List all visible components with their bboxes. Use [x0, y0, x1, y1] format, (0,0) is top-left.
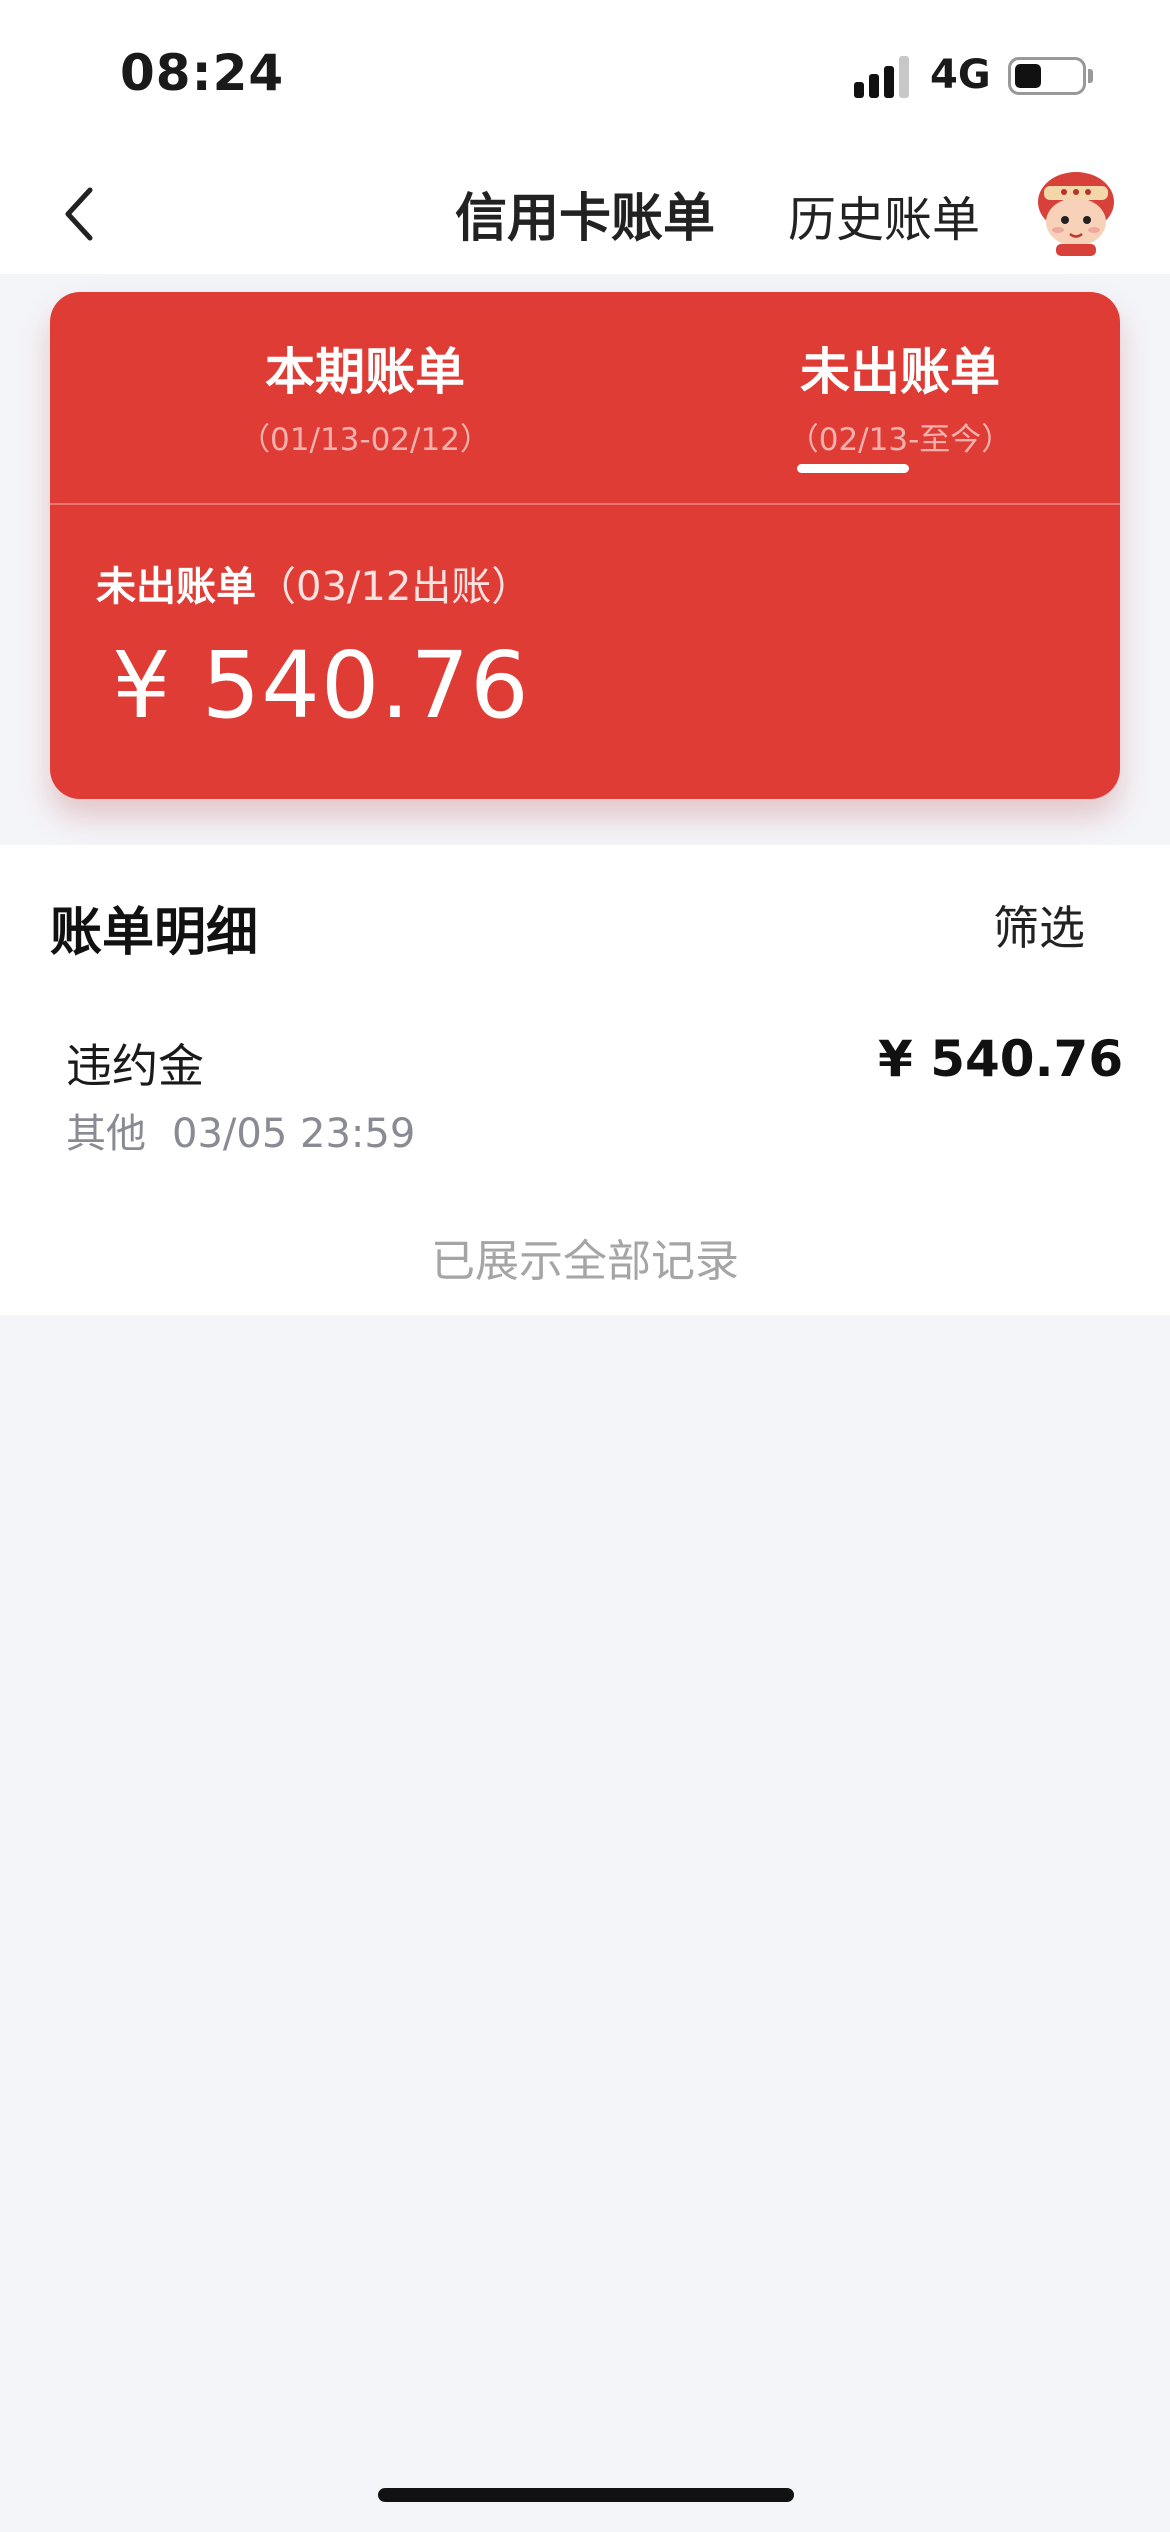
signal-bars-icon	[854, 56, 914, 98]
tab-date-range: （01/13-02/12）	[239, 422, 491, 458]
unbilled-amount: ¥ 540.76	[112, 632, 530, 739]
tab-label: 未出账单	[800, 343, 1000, 401]
tab-unbilled-bill[interactable]: 未出账单 （02/13-至今）	[700, 332, 1100, 459]
record-amount: ¥ 540.76	[878, 1030, 1124, 1088]
history-bill-button[interactable]: 历史账单	[788, 180, 980, 250]
nav-bar: 信用卡账单 历史账单	[0, 150, 1170, 274]
statement-date: （03/12出账）	[256, 564, 532, 610]
network-type: 4G	[930, 52, 991, 98]
tab-date-range: （02/13-至今）	[787, 422, 1013, 458]
status-time: 08:24	[120, 44, 285, 102]
tab-selected-indicator	[797, 464, 909, 473]
filter-button[interactable]: 筛选	[993, 892, 1085, 958]
record-meta: 其他 03/05 23:59	[66, 1101, 415, 1159]
record-category: 其他	[66, 1111, 146, 1157]
unbilled-label: 未出账单	[96, 564, 256, 610]
home-indicator	[378, 2488, 794, 2502]
battery-icon	[1008, 57, 1086, 95]
mascot-avatar-icon[interactable]	[1026, 160, 1126, 260]
chevron-left-icon	[65, 187, 93, 241]
unbilled-summary-label: 未出账单（03/12出账）	[96, 554, 531, 612]
battery-tip	[1088, 69, 1093, 83]
bill-summary-card: 本期账单 （01/13-02/12） 未出账单 （02/13-至今） 未出账单（…	[50, 292, 1120, 799]
bill-details-section: 账单明细 筛选 违约金 ¥ 540.76 其他 03/05 23:59 已展示全部…	[0, 845, 1170, 1315]
tab-current-bill[interactable]: 本期账单 （01/13-02/12）	[165, 332, 565, 459]
credit-card-bill-page: 08:24 4G 信用卡账单 历史账单 本期账单 （01/13-02/12） 未…	[0, 0, 1170, 2532]
page-title: 信用卡账单	[454, 189, 715, 249]
card-divider	[50, 503, 1120, 505]
section-title: 账单明细	[50, 903, 259, 963]
all-records-shown-text: 已展示全部记录	[431, 1236, 739, 1287]
record-datetime: 03/05 23:59	[172, 1111, 416, 1157]
tab-label: 本期账单	[265, 343, 465, 401]
record-name: 违约金	[66, 1039, 204, 1093]
status-bar: 08:24 4G	[0, 0, 1170, 150]
back-button[interactable]	[50, 172, 130, 252]
